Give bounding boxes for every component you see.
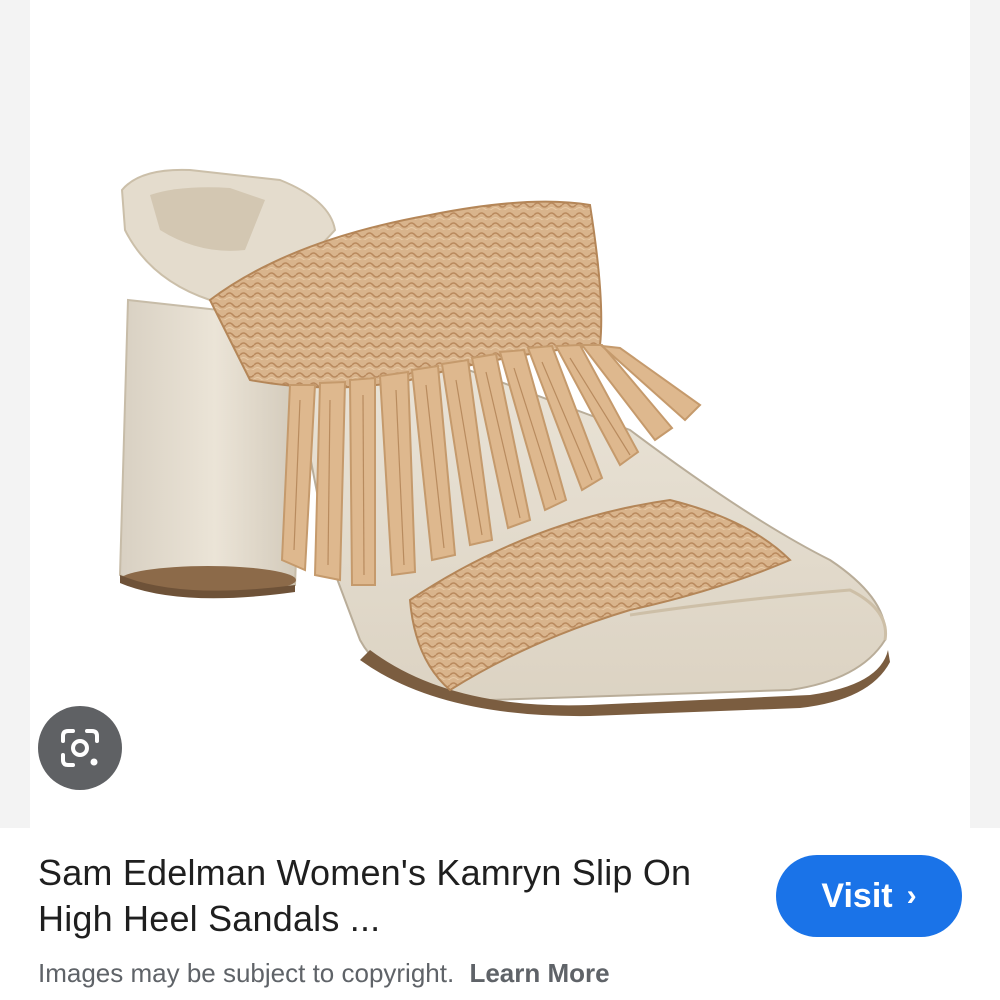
visit-button[interactable]: Visit › <box>776 855 962 937</box>
product-image-frame[interactable] <box>30 0 970 828</box>
image-result-view: Sam Edelman Women's Kamryn Slip On High … <box>0 0 1000 1000</box>
copyright-notice: Images may be subject to copyright. Lear… <box>38 958 610 989</box>
result-title[interactable]: Sam Edelman Women's Kamryn Slip On High … <box>38 850 748 942</box>
chevron-right-icon: › <box>906 879 917 912</box>
image-panel <box>0 0 1000 828</box>
copyright-text: Images may be subject to copyright. <box>38 958 455 988</box>
result-title-line1: Sam Edelman Women's Kamryn Slip On <box>38 852 692 893</box>
product-image <box>118 168 890 717</box>
visit-label: Visit <box>821 876 893 915</box>
google-lens-button[interactable] <box>38 706 122 790</box>
learn-more-link[interactable]: Learn More <box>469 958 609 988</box>
result-title-line2: High Heel Sandals ... <box>38 898 381 939</box>
google-lens-icon <box>61 729 99 767</box>
